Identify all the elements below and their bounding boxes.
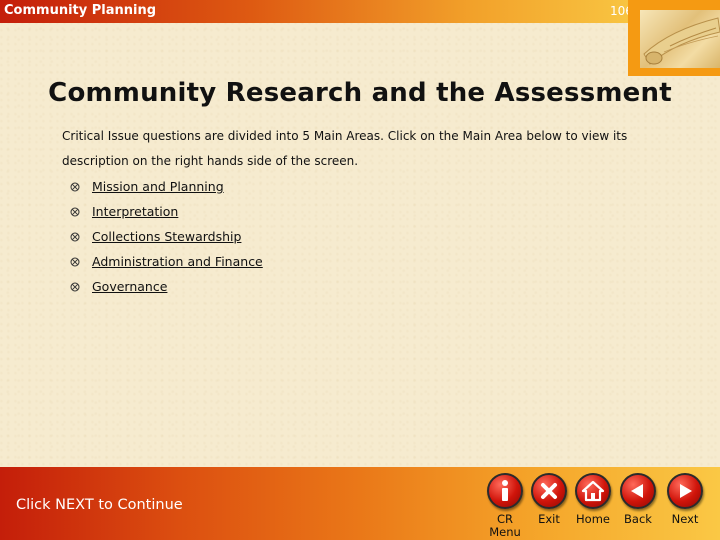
- back-button[interactable]: Back: [615, 473, 661, 526]
- home-label: Home: [576, 512, 610, 526]
- intro-line: Critical Issue questions are divided int…: [62, 129, 628, 143]
- next-button[interactable]: Next: [662, 473, 708, 526]
- close-icon: [531, 473, 567, 509]
- intro-text: Critical Issue questions are divided int…: [62, 124, 682, 174]
- area-item-collections-stewardship[interactable]: Collections Stewardship: [70, 224, 263, 249]
- info-icon: [487, 473, 523, 509]
- scroll-image: [640, 10, 720, 68]
- area-item-governance[interactable]: Governance: [70, 274, 263, 299]
- area-link[interactable]: Collections Stewardship: [92, 229, 241, 244]
- arrow-right-icon: [667, 473, 703, 509]
- main-areas-list: Mission and Planning Interpretation Coll…: [70, 174, 263, 299]
- area-link[interactable]: Governance: [92, 279, 167, 294]
- cr-menu-label: CR Menu: [489, 512, 521, 539]
- target-bullet-icon: [70, 257, 80, 266]
- page-title: Community Research and the Assessment: [48, 78, 672, 108]
- next-label: Next: [671, 512, 699, 526]
- back-label: Back: [624, 512, 652, 526]
- home-button[interactable]: Home: [570, 473, 616, 526]
- intro-line: description on the right hands side of t…: [62, 154, 359, 168]
- exit-label: Exit: [538, 512, 560, 526]
- cr-menu-button[interactable]: CR Menu: [482, 473, 528, 539]
- continue-instruction: Click NEXT to Continue: [16, 497, 183, 513]
- target-bullet-icon: [70, 182, 80, 191]
- area-link[interactable]: Administration and Finance: [92, 254, 263, 269]
- area-item-administration-and-finance[interactable]: Administration and Finance: [70, 249, 263, 274]
- area-item-interpretation[interactable]: Interpretation: [70, 199, 263, 224]
- top-bar: Community Planning 106: [0, 0, 633, 23]
- scroll-illustration: [643, 17, 720, 65]
- area-item-mission-and-planning[interactable]: Mission and Planning: [70, 174, 263, 199]
- home-icon: [575, 473, 611, 509]
- arrow-left-icon: [620, 473, 656, 509]
- app-title: Community Planning: [4, 3, 157, 18]
- area-link[interactable]: Mission and Planning: [92, 179, 224, 194]
- exit-button[interactable]: Exit: [526, 473, 572, 526]
- area-link[interactable]: Interpretation: [92, 204, 178, 219]
- target-bullet-icon: [70, 232, 80, 241]
- target-bullet-icon: [70, 282, 80, 291]
- target-bullet-icon: [70, 207, 80, 216]
